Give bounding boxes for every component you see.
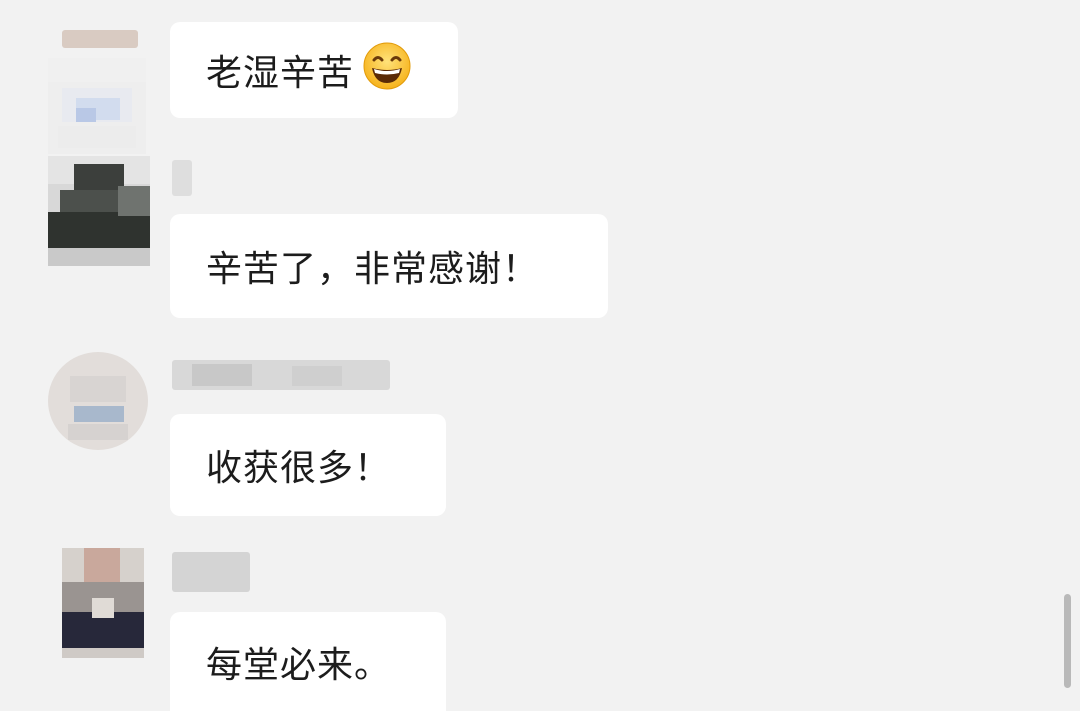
avatar[interactable] (48, 58, 146, 154)
scrollbar-thumb[interactable] (1064, 594, 1071, 688)
avatar[interactable] (62, 548, 144, 658)
message-bubble[interactable]: 辛苦了，非常感谢！ (170, 214, 608, 318)
message-text: 老湿辛苦 (206, 53, 355, 94)
sender-name-blurred (172, 160, 192, 196)
sender-name-blurred (62, 30, 138, 48)
grinning-face-emoji-icon (362, 41, 412, 100)
message-bubble[interactable]: 老湿辛苦 (170, 22, 458, 118)
chat-message-list[interactable]: 老湿辛苦 辛苦了，非常感谢！ 收获很多！ 每堂必来。 (0, 0, 1080, 711)
avatar[interactable] (48, 352, 148, 450)
sender-name-blurred (172, 552, 250, 592)
message-text: 收获很多！ (206, 448, 392, 489)
message-text: 每堂必来。 (206, 644, 392, 686)
message-text: 辛苦了，非常感谢！ (206, 249, 540, 290)
message-bubble[interactable]: 收获很多！ (170, 414, 446, 516)
sender-name-blurred (172, 360, 390, 390)
message-bubble[interactable]: 每堂必来。 (170, 612, 446, 711)
avatar[interactable] (48, 156, 150, 266)
